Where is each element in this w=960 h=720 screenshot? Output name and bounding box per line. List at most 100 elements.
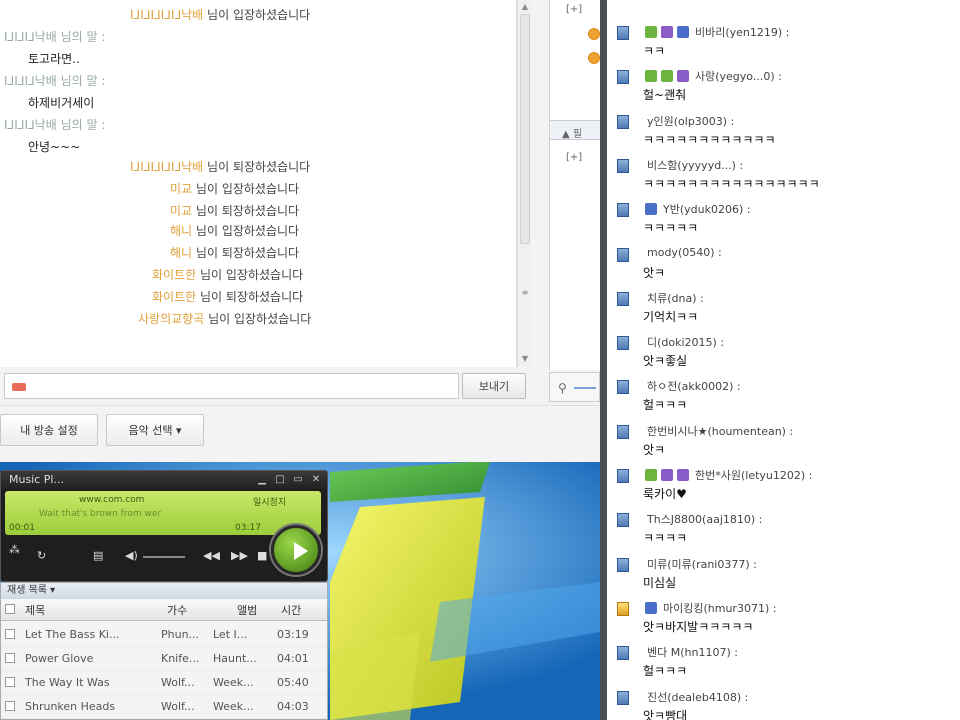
- member-item[interactable]: 미류(미류(rani0377) : 미심실: [607, 554, 960, 598]
- chat-nickname[interactable]: 화이트한: [152, 290, 196, 304]
- member-name[interactable]: 하ㅇ전(akk0002) :: [647, 378, 741, 394]
- scroll-thumb[interactable]: [520, 14, 530, 244]
- music-select-button[interactable]: 음악 선택 ▾: [106, 414, 204, 446]
- member-item[interactable]: 한번*사원(letyu1202) : 룩카이♥: [607, 465, 960, 509]
- chat-message: 님이 퇴장하셨습니다: [195, 204, 300, 218]
- row-checkbox[interactable]: [5, 677, 15, 687]
- row-checkbox[interactable]: [5, 653, 15, 663]
- chat-line: 해니 님이 퇴장하셨습니다: [170, 244, 299, 261]
- maximize-icon[interactable]: □: [273, 474, 287, 486]
- chat-nickname[interactable]: 미교: [170, 182, 192, 196]
- playlist-row[interactable]: Power Glove Knife... Haunt... 04:01: [1, 647, 327, 671]
- broadcast-settings-button[interactable]: 내 방송 설정: [0, 414, 98, 446]
- tree-expand-icon[interactable]: [+]: [566, 152, 582, 163]
- member-message: 앗ㅋ바지발ㅋㅋㅋㅋㅋ: [643, 619, 754, 634]
- shuffle-icon[interactable]: ⁂: [9, 543, 20, 556]
- previous-icon[interactable]: ◀◀: [203, 549, 220, 562]
- track-title: The Way It Was: [25, 676, 110, 689]
- chat-input[interactable]: [4, 373, 459, 399]
- member-name[interactable]: 디(doki2015) :: [647, 334, 724, 350]
- chat-nickname[interactable]: 해니: [170, 246, 192, 260]
- close-icon[interactable]: ✕: [309, 474, 323, 486]
- scroll-up-icon[interactable]: ▲: [520, 2, 530, 12]
- member-item[interactable]: Y반(yduk0206) : ㅋㅋㅋㅋㅋ: [607, 199, 960, 243]
- volume-icon[interactable]: ◀): [125, 549, 138, 562]
- chat-line: Ⅰ⅃Ⅰ⅃Ⅰ⅃Ⅰ⅃Ⅰ⅃낙배 님이 퇴장하셨습니다: [130, 158, 310, 175]
- select-all-checkbox[interactable]: [5, 604, 15, 614]
- member-name[interactable]: 진선(dealeb4108) :: [647, 689, 748, 705]
- chat-nickname[interactable]: Ⅰ⅃Ⅰ⅃Ⅰ⅃Ⅰ⅃Ⅰ⅃낙배: [130, 160, 203, 174]
- track-title: Let The Bass Ki...: [25, 628, 120, 641]
- playlist-row[interactable]: The Way It Was Wolf... Week... 05:40: [1, 671, 327, 695]
- member-name[interactable]: 사랑(yegyo...0) :: [695, 68, 782, 84]
- chat-line: 하제비거세이: [28, 96, 95, 110]
- track-album: Week...: [213, 676, 254, 689]
- search-icon: ⚲: [558, 381, 567, 395]
- member-name[interactable]: 마이킹킹(hmur3071) :: [663, 600, 776, 616]
- player-titlebar[interactable]: Music Pl... ▁ □ ▭ ✕: [1, 471, 327, 489]
- emoticon-icon[interactable]: [12, 383, 26, 391]
- row-checkbox[interactable]: [5, 701, 15, 711]
- row-checkbox[interactable]: [5, 629, 15, 639]
- playlist-title[interactable]: 재생 목록 ▾: [1, 583, 327, 599]
- column-title[interactable]: 제목: [25, 602, 45, 618]
- eq-icon[interactable]: ▤: [93, 549, 103, 562]
- minimize-icon[interactable]: ▁: [255, 474, 269, 486]
- column-artist[interactable]: 가수: [167, 602, 187, 618]
- member-name[interactable]: 한번비시나★(houmentean) :: [647, 423, 793, 439]
- member-badge-icon: [661, 469, 673, 481]
- member-item[interactable]: 벤다 M(hn1107) : 헐ㅋㅋㅋ: [607, 642, 960, 686]
- tree-expand-icon[interactable]: [+]: [566, 4, 582, 15]
- column-time[interactable]: 시간: [281, 602, 301, 618]
- member-item[interactable]: 비바리(yen1219) : ㅋㅋ: [607, 22, 960, 66]
- play-button[interactable]: [271, 525, 321, 575]
- chat-nickname[interactable]: Ⅰ⅃Ⅰ⅃Ⅰ⅃Ⅰ⅃Ⅰ⅃낙배: [130, 8, 203, 22]
- tree-section-header[interactable]: ▲ 필: [550, 120, 601, 140]
- member-name[interactable]: 한번*사원(letyu1202) :: [695, 467, 812, 483]
- member-name[interactable]: y인원(olp3003) :: [647, 113, 734, 129]
- member-name[interactable]: 비스함(yyyyyd...) :: [647, 157, 743, 173]
- member-item[interactable]: 하ㅇ전(akk0002) : 헐ㅋㅋㅋ: [607, 376, 960, 420]
- playlist-row[interactable]: Shrunken Heads Wolf... Week... 04:03: [1, 695, 327, 719]
- chat-nickname[interactable]: 사랑의교향곡: [138, 312, 204, 326]
- member-search[interactable]: ⚲: [549, 372, 600, 402]
- chat-message: 님이 입장하셨습니다: [208, 312, 312, 326]
- member-message: 헐ㅋㅋㅋ: [643, 398, 688, 413]
- member-item[interactable]: 비스함(yyyyyd...) : ㅋㅋㅋㅋㅋㅋㅋㅋㅋㅋㅋㅋㅋㅋㅋㅋ: [607, 155, 960, 199]
- member-name[interactable]: mody(0540) :: [647, 246, 722, 259]
- scroll-down-icon[interactable]: ▼: [520, 354, 530, 364]
- member-name[interactable]: 미류(미류(rani0377) :: [647, 556, 757, 572]
- volume-slider[interactable]: [143, 556, 185, 558]
- playlist-row[interactable]: Let The Bass Ki... Phun... Let I... 03:19: [1, 623, 327, 647]
- member-item[interactable]: 마이킹킹(hmur3071) : 앗ㅋ바지발ㅋㅋㅋㅋㅋ: [607, 598, 960, 642]
- member-item[interactable]: Th스J8800(aaj1810) : ㅋㅋㅋㅋ: [607, 509, 960, 553]
- pc-user-icon: [617, 336, 629, 351]
- next-icon[interactable]: ▶▶: [231, 549, 248, 562]
- member-item[interactable]: 디(doki2015) : 앗ㅋ좋실: [607, 332, 960, 376]
- member-item[interactable]: y인원(olp3003) : ㅋㅋㅋㅋㅋㅋㅋㅋㅋㅋㅋㅋ: [607, 111, 960, 155]
- member-name[interactable]: 벤다 M(hn1107) :: [647, 644, 738, 660]
- send-button[interactable]: 보내기: [462, 373, 526, 399]
- pc-user-icon: [617, 158, 629, 173]
- member-item[interactable]: 한번비시나★(houmentean) : 앗ㅋ: [607, 421, 960, 465]
- column-album[interactable]: 앨범: [237, 602, 257, 618]
- member-name[interactable]: 치류(dna) :: [647, 290, 704, 306]
- member-tree-panel: [+] ▲ 필 [+]: [549, 0, 601, 370]
- member-name[interactable]: Y반(yduk0206) :: [663, 201, 750, 217]
- chat-nickname[interactable]: 미교: [170, 204, 192, 218]
- member-item[interactable]: mody(0540) : 앗ㅋ: [607, 244, 960, 288]
- chat-nickname[interactable]: 해니: [170, 224, 192, 238]
- stop-icon[interactable]: ■: [257, 549, 267, 562]
- restore-icon[interactable]: ▭: [291, 474, 305, 486]
- member-badge-icon: [645, 70, 657, 83]
- member-name[interactable]: 비바리(yen1219) :: [695, 24, 789, 40]
- chat-line: 사랑의교향곡 님이 입장하셨습니다: [138, 310, 311, 327]
- tree-status-icon: [588, 28, 600, 40]
- member-item[interactable]: 진선(dealeb4108) : 앗ㅋ빵대: [607, 687, 960, 720]
- chat-nickname[interactable]: 화이트한: [152, 268, 196, 282]
- repeat-icon[interactable]: ↻: [37, 549, 46, 562]
- chat-scrollbar[interactable]: ▲ ≡ ▼: [517, 0, 531, 367]
- member-item[interactable]: 사랑(yegyo...0) : 헐~괜춰: [607, 66, 960, 110]
- member-name[interactable]: Th스J8800(aaj1810) :: [647, 511, 762, 527]
- member-item[interactable]: 치류(dna) : 기억치ㅋㅋ: [607, 288, 960, 332]
